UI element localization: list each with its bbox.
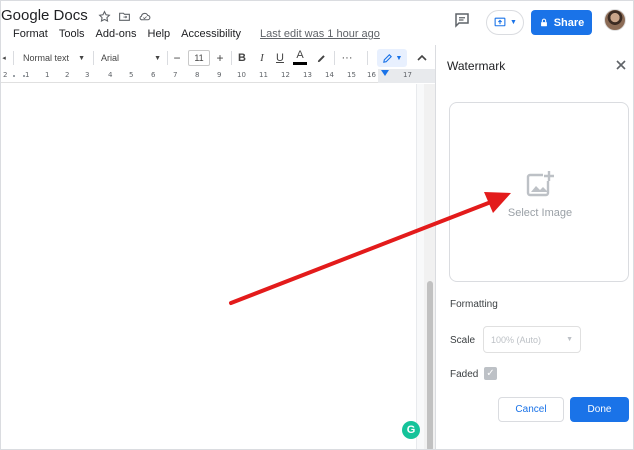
- ruler-label: 3: [85, 71, 90, 79]
- ruler-label: 10: [237, 71, 246, 79]
- menu-tools[interactable]: Tools: [59, 28, 85, 40]
- font-size-input[interactable]: 11: [188, 50, 210, 66]
- menu-format[interactable]: Format: [13, 28, 48, 40]
- cloud-status-icon[interactable]: [137, 8, 153, 24]
- ruler-label: 12: [281, 71, 290, 79]
- menu-accessibility[interactable]: Accessibility: [181, 28, 241, 40]
- present-icon: [494, 17, 506, 27]
- font-family-select[interactable]: Arial ▼: [97, 47, 165, 69]
- ruler-label: 16: [367, 71, 376, 79]
- ruler-tick: [13, 75, 15, 77]
- close-icon[interactable]: [615, 58, 629, 72]
- ruler-label: 7: [173, 71, 178, 79]
- document-page[interactable]: [1, 84, 417, 449]
- right-indent-marker[interactable]: [381, 70, 389, 76]
- comment-history-icon[interactable]: [453, 11, 473, 31]
- underline-button[interactable]: U: [274, 47, 286, 69]
- lock-icon: [540, 18, 547, 27]
- italic-button[interactable]: I: [256, 47, 268, 69]
- avatar[interactable]: [604, 9, 626, 31]
- ruler-label: 8: [195, 71, 200, 79]
- chevron-down-icon: ▼: [395, 54, 403, 62]
- ruler-scale: 2 1 1 2 3 4 5 6 7 8 9 10 11 12 13 14 15 …: [1, 69, 421, 83]
- increase-font-size-button[interactable]: +: [214, 47, 226, 69]
- scale-label: Scale: [450, 335, 476, 346]
- toolbar-edge-caret: ◂: [2, 55, 6, 62]
- menu-add-ons[interactable]: Add-ons: [96, 28, 137, 40]
- editing-mode-button[interactable]: ▼: [377, 49, 407, 67]
- share-label: Share: [553, 16, 585, 29]
- hide-menus-chevron-up-icon[interactable]: [415, 47, 429, 69]
- font-family-value: Arial: [101, 53, 120, 63]
- ruler-label: 5: [129, 71, 134, 79]
- checkmark-icon: ✓: [486, 368, 495, 379]
- ruler-label: 14: [325, 71, 334, 79]
- done-button[interactable]: Done: [570, 397, 629, 422]
- paragraph-style-select[interactable]: Normal text ▼: [19, 47, 89, 69]
- cancel-button[interactable]: Cancel: [498, 397, 564, 422]
- watermark-panel: Watermark Select Image Formatting Scale …: [435, 45, 633, 449]
- app-title: Google Docs: [1, 7, 88, 24]
- share-button[interactable]: Share: [531, 10, 592, 35]
- move-folder-icon[interactable]: [116, 8, 132, 24]
- text-color-button[interactable]: A: [293, 48, 307, 65]
- bold-button[interactable]: B: [236, 47, 248, 69]
- scale-value: 100% (Auto): [491, 334, 542, 345]
- menu-bar: Format Tools Add-ons Help Accessibility …: [13, 28, 380, 40]
- ruler-label: 9: [217, 71, 222, 79]
- ruler-label: 17: [403, 71, 412, 79]
- scale-select: 100% (Auto) ▼: [483, 326, 581, 353]
- ruler-label: 15: [347, 71, 356, 79]
- select-image-label: Select Image: [507, 207, 573, 219]
- chevron-down-icon: ▼: [154, 54, 161, 62]
- scrollbar-thumb[interactable]: [427, 281, 433, 449]
- faded-checkbox: ✓: [484, 367, 497, 380]
- ruler[interactable]: 2 1 1 2 3 4 5 6 7 8 9 10 11 12 13 14 15 …: [1, 69, 435, 83]
- paragraph-style-value: Normal text: [23, 53, 70, 63]
- add-image-icon: [525, 169, 555, 199]
- app-window: Google Docs Format Tools Add-ons Help Ac…: [0, 0, 634, 450]
- present-button[interactable]: ▼: [486, 10, 524, 35]
- panel-title: Watermark: [447, 59, 506, 73]
- ruler-label: 2: [65, 71, 70, 79]
- toolbar-divider: [13, 51, 14, 65]
- toolbar-divider: [367, 51, 368, 65]
- ruler-label: 1: [45, 71, 50, 79]
- toolbar-divider: [167, 51, 168, 65]
- pencil-icon: [382, 53, 392, 63]
- document-area: [1, 84, 435, 449]
- chevron-down-icon: ▼: [510, 19, 517, 26]
- ruler-label: 13: [303, 71, 312, 79]
- ruler-label: 4: [108, 71, 113, 79]
- decrease-font-size-button[interactable]: −: [171, 47, 183, 69]
- toolbar-divider: [334, 51, 335, 65]
- formatting-toolbar: ◂ Normal text ▼ Arial ▼ − 11 + B I U A ·…: [1, 47, 435, 69]
- title-bar: Google Docs Format Tools Add-ons Help Ac…: [1, 1, 633, 45]
- more-options-button[interactable]: ···: [339, 47, 355, 69]
- menu-help[interactable]: Help: [148, 28, 171, 40]
- formatting-heading: Formatting: [450, 299, 498, 310]
- toolbar-divider: [93, 51, 94, 65]
- ruler-label: 11: [259, 71, 268, 79]
- highlight-pen-icon[interactable]: [314, 47, 328, 69]
- star-icon[interactable]: [96, 8, 112, 24]
- ruler-label: 6: [151, 71, 156, 79]
- last-edit-link[interactable]: Last edit was 1 hour ago: [260, 28, 380, 40]
- chevron-down-icon: ▼: [78, 54, 85, 62]
- ruler-label: 1: [25, 71, 30, 79]
- ruler-label: 2: [3, 71, 8, 79]
- faded-label: Faded: [450, 369, 479, 380]
- select-image-area[interactable]: Select Image: [449, 102, 629, 282]
- chevron-down-icon: ▼: [566, 336, 573, 343]
- grammarly-icon[interactable]: G: [402, 421, 420, 439]
- toolbar-divider: [231, 51, 232, 65]
